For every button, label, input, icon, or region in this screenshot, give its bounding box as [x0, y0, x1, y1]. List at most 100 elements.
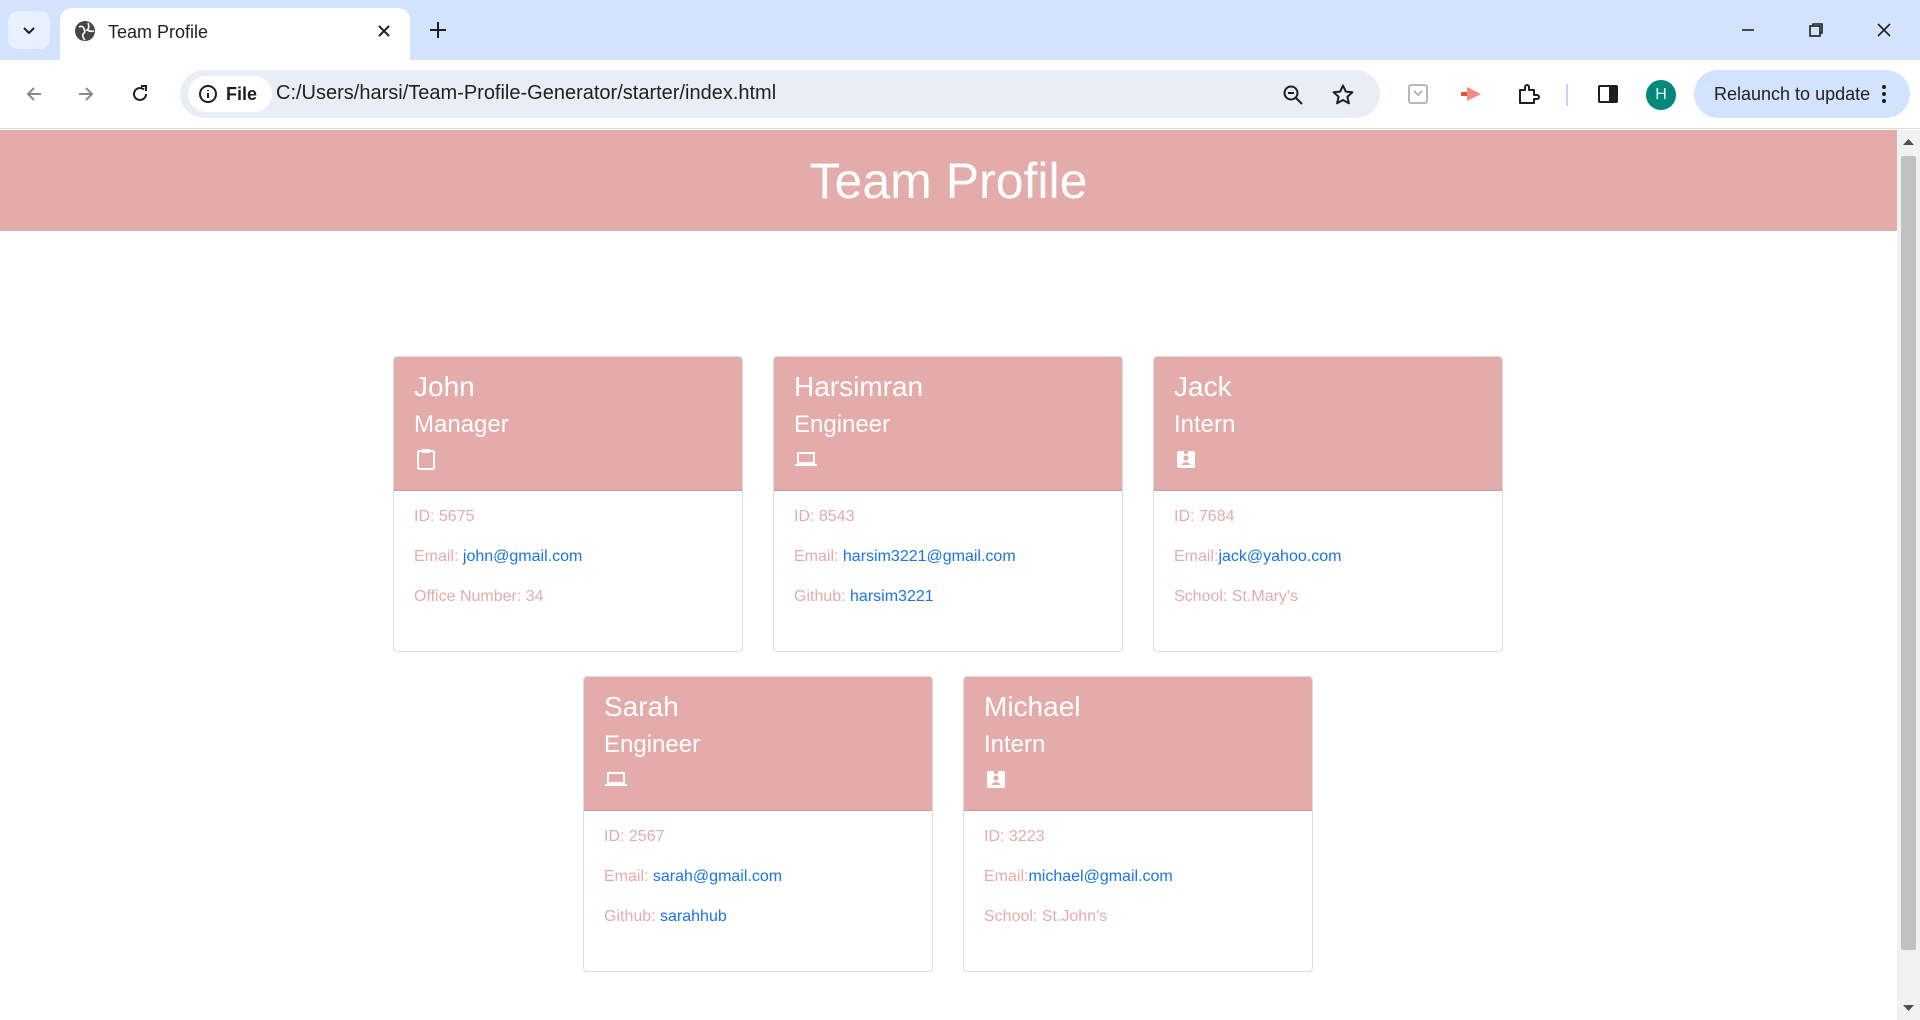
- zoom-icon[interactable]: [1278, 80, 1308, 110]
- extension-cast-icon[interactable]: [1454, 76, 1490, 112]
- browser-toolbar: File C:/Users/harsi/Team-Profile-Generat…: [0, 60, 1920, 129]
- new-tab-button[interactable]: [424, 16, 452, 44]
- laptop-icon: [795, 452, 817, 466]
- id-text: ID: 3223: [984, 828, 1045, 845]
- page-title: Team Profile: [809, 152, 1088, 209]
- employee-id: ID: 3223: [984, 825, 1296, 865]
- address-bar[interactable]: File C:/Users/harsi/Team-Profile-Generat…: [180, 70, 1380, 118]
- email-label: Email:: [414, 548, 463, 565]
- email-link[interactable]: harsim3221@gmail.com: [843, 548, 1016, 565]
- back-button[interactable]: [16, 76, 52, 112]
- reload-icon: [133, 85, 147, 101]
- profile-avatar[interactable]: H: [1646, 80, 1676, 110]
- card-body: ID: 3223 Email:michael@gmail.com School:…: [984, 825, 1296, 945]
- chevron-down-icon: [23, 27, 35, 35]
- school: School: St.Mary's: [1174, 585, 1486, 625]
- plus-icon: [430, 22, 446, 38]
- close-icon: [1877, 23, 1891, 37]
- close-tab-icon[interactable]: [372, 19, 396, 43]
- employee-role: Engineer: [794, 411, 891, 438]
- tab-team-profile[interactable]: Team Profile: [60, 8, 410, 60]
- scrollbar-thumb[interactable]: [1901, 156, 1916, 950]
- employee-id: ID: 5675: [414, 505, 726, 545]
- tab-title: Team Profile: [108, 22, 209, 42]
- employee-role: Intern: [1174, 411, 1236, 438]
- school-text: School: St.Mary's: [1174, 588, 1298, 605]
- relaunch-to-update-button[interactable]: Relaunch to update: [1694, 70, 1910, 118]
- minimize-icon: [1742, 29, 1754, 31]
- tab-search-button[interactable]: [8, 11, 50, 49]
- email-label: Email:: [604, 868, 653, 885]
- side-panel-icon[interactable]: [1590, 76, 1626, 112]
- scroll-down-arrow-icon[interactable]: [1903, 1002, 1914, 1013]
- github-label: Github:: [794, 588, 851, 605]
- url-text[interactable]: C:/Users/harsi/Team-Profile-Generator/st…: [276, 82, 776, 105]
- employee-card: Harsimran Engineer ID: 8543 Email: harsi…: [773, 356, 1123, 652]
- tab-strip: Team Profile: [0, 0, 1920, 60]
- relaunch-label: Relaunch to update: [1714, 83, 1871, 104]
- site-info-chip[interactable]: File: [188, 76, 272, 112]
- employee-card: Michael Intern ID: 3223 Email:michael@gm…: [963, 676, 1313, 972]
- employee-role: Engineer: [604, 731, 701, 758]
- github: Github: harsim3221: [794, 585, 1106, 625]
- email-link[interactable]: sarah@gmail.com: [653, 868, 782, 885]
- github-link[interactable]: sarahhub: [660, 908, 727, 925]
- school: School: St.John's: [984, 905, 1296, 945]
- employee-role: Manager: [414, 411, 509, 438]
- office-number-text: Office Number: 34: [414, 588, 544, 605]
- reload-button[interactable]: [122, 76, 158, 112]
- bookmark-star-icon[interactable]: [1328, 80, 1358, 110]
- employee-name: Sarah: [604, 691, 679, 722]
- employee-id: ID: 7684: [1174, 505, 1486, 545]
- employee-card: Jack Intern ID: 7684 Email:jack@yahoo.co…: [1153, 356, 1503, 652]
- restore-button[interactable]: [1794, 12, 1838, 48]
- extensions-puzzle-icon[interactable]: [1510, 76, 1546, 112]
- id-text: ID: 2567: [604, 828, 665, 845]
- employee-id: ID: 8543: [794, 505, 1106, 545]
- page-header: Team Profile: [0, 130, 1897, 231]
- card-body: ID: 5675 Email: john@gmail.com Office Nu…: [414, 505, 726, 625]
- arrow-right-icon: [79, 87, 94, 101]
- card-header: Sarah Engineer: [584, 677, 932, 811]
- vertical-scrollbar[interactable]: [1897, 130, 1920, 1020]
- employee-name: Jack: [1174, 371, 1232, 402]
- id-badge-icon: [987, 769, 1005, 788]
- id-text: ID: 7684: [1174, 508, 1235, 525]
- employee-email: Email: harsim3221@gmail.com: [794, 545, 1106, 585]
- email-link[interactable]: jack@yahoo.com: [1218, 548, 1341, 565]
- card-body: ID: 7684 Email:jack@yahoo.com School: St…: [1174, 505, 1486, 625]
- forward-button[interactable]: [68, 76, 104, 112]
- more-menu-icon[interactable]: [1872, 82, 1896, 106]
- email-label: Email:: [1174, 548, 1219, 565]
- arrow-left-icon: [26, 87, 41, 101]
- extension-pocket-icon[interactable]: [1400, 76, 1436, 112]
- github: Github: sarahhub: [604, 905, 916, 945]
- scroll-up-arrow-icon[interactable]: [1903, 136, 1914, 147]
- employee-email: Email: sarah@gmail.com: [604, 865, 916, 905]
- close-window-button[interactable]: [1862, 12, 1906, 48]
- school-text: School: St.John's: [984, 908, 1108, 925]
- id-text: ID: 8543: [794, 508, 855, 525]
- globe-icon: [75, 21, 95, 41]
- page-viewport: Team Profile John Manager ID: 5675 Email…: [0, 130, 1897, 1020]
- github-label: Github:: [604, 908, 661, 925]
- employee-name: John: [414, 371, 475, 402]
- employee-id: ID: 2567: [604, 825, 916, 865]
- card-header: Michael Intern: [964, 677, 1312, 811]
- github-link[interactable]: harsim3221: [850, 588, 934, 605]
- email-link[interactable]: michael@gmail.com: [1028, 868, 1172, 885]
- card-body: ID: 8543 Email: harsim3221@gmail.com Git…: [794, 505, 1106, 625]
- card-header: John Manager: [394, 357, 742, 491]
- site-chip-label: File: [226, 83, 258, 104]
- employee-card: John Manager ID: 5675 Email: john@gmail.…: [393, 356, 743, 652]
- id-text: ID: 5675: [414, 508, 475, 525]
- card-header: Harsimran Engineer: [774, 357, 1122, 491]
- employee-email: Email:michael@gmail.com: [984, 865, 1296, 905]
- clipboard-icon: [417, 449, 435, 470]
- email-label: Email:: [984, 868, 1029, 885]
- employee-email: Email:jack@yahoo.com: [1174, 545, 1486, 585]
- email-link[interactable]: john@gmail.com: [463, 548, 582, 565]
- employee-email: Email: john@gmail.com: [414, 545, 726, 585]
- minimize-button[interactable]: [1726, 12, 1770, 48]
- id-badge-icon: [1177, 449, 1195, 468]
